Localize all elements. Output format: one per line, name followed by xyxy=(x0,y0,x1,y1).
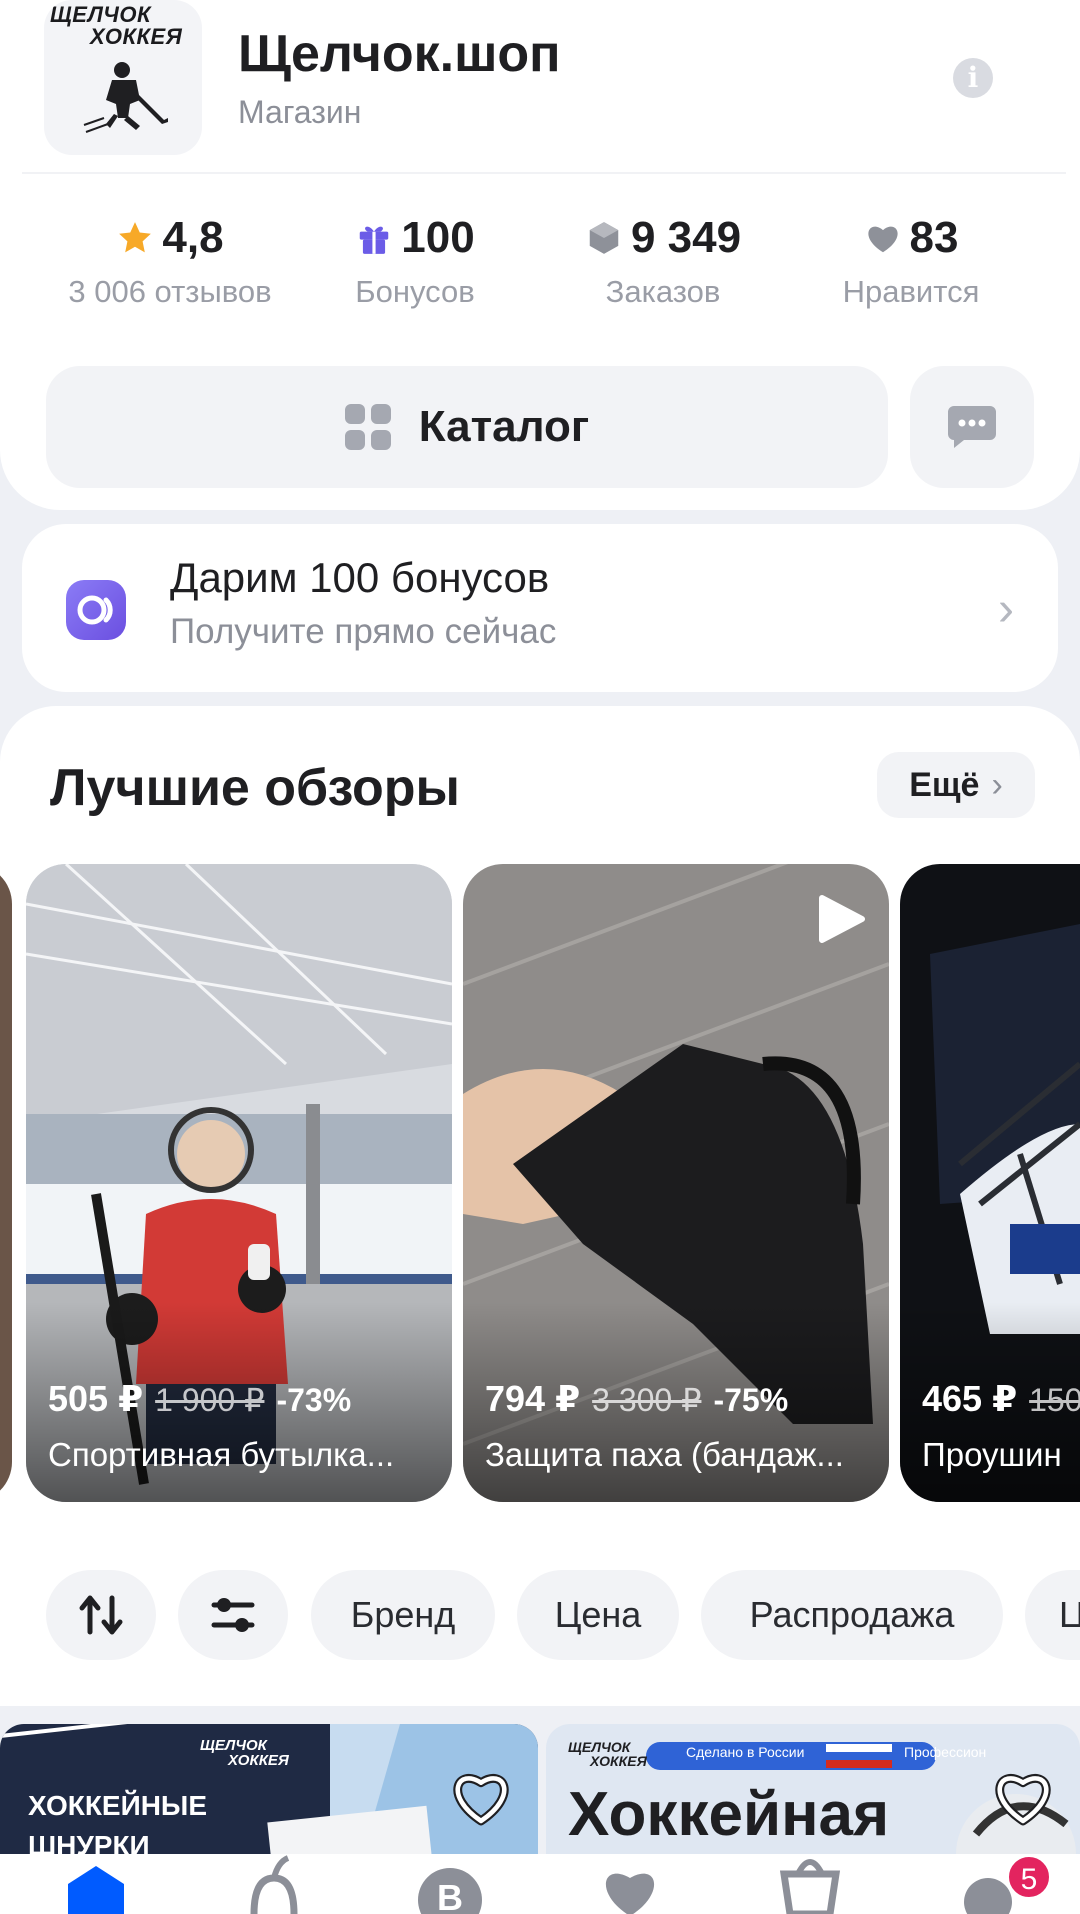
product-grid: ЩЕЛЧОК ХОККЕЯ ХОККЕЙНЫЕ ШНУРКИ ЩЕЛЧОК ХО… xyxy=(0,1706,1080,1864)
promo-title: Дарим 100 бонусов xyxy=(170,554,550,601)
bonus-promo-banner[interactable]: Дарим 100 бонусов Получите прямо сейчас … xyxy=(22,524,1058,692)
best-reviews-section: Лучшие обзоры Ещё › 505 ₽ 1 900 ₽ -73% С… xyxy=(0,706,1080,1526)
hockey-player-icon xyxy=(83,62,168,133)
favorites-icon[interactable] xyxy=(590,1854,670,1914)
store-name: Щелчок.шоп xyxy=(238,25,561,83)
rating-label: 3 006 отзывов xyxy=(68,274,272,309)
brand-line2: ХОККЕЯ xyxy=(228,1752,289,1769)
bottom-navigation: B 5 xyxy=(0,1854,1080,1914)
product-brand: ЩЕЛЧОК ХОККЕЯ xyxy=(200,1738,289,1768)
favorite-heart-icon[interactable] xyxy=(992,1770,1054,1826)
gift-icon xyxy=(360,226,389,254)
cart-icon[interactable] xyxy=(770,1854,850,1914)
fresh-icon[interactable] xyxy=(234,1854,314,1914)
sliders-icon xyxy=(211,1598,255,1632)
price: 794 ₽ xyxy=(485,1378,581,1419)
review-card-partial[interactable] xyxy=(0,864,12,1502)
brand-line1: ЩЕЛЧОК xyxy=(200,1737,267,1754)
chat-icon xyxy=(948,406,996,448)
price: 505 ₽ xyxy=(48,1378,144,1419)
star-icon xyxy=(119,222,152,253)
old-price: 150 xyxy=(1029,1382,1080,1418)
product-card[interactable]: ЩЕЛЧОК ХОККЕЯ ХОККЕЙНЫЕ ШНУРКИ xyxy=(0,1724,538,1864)
catalog-button[interactable]: Каталог xyxy=(46,366,888,488)
chevron-right-icon: › xyxy=(991,765,1003,804)
reviews-title: Лучшие обзоры xyxy=(50,759,460,817)
chat-button[interactable] xyxy=(910,366,1034,488)
filters-row: Бренд Цена Распродажа Ц xyxy=(0,1526,1080,1706)
bonuses-label: Бонусов xyxy=(355,274,475,309)
rating-value: 4,8 xyxy=(162,213,224,262)
review-price-line: 465 ₽ 150 xyxy=(922,1378,1080,1420)
filter-chip-price[interactable]: Цена xyxy=(517,1570,679,1660)
filter-chip-brand[interactable]: Бренд xyxy=(311,1570,495,1660)
info-icon[interactable]: i xyxy=(953,58,993,98)
home-icon[interactable] xyxy=(56,1854,136,1914)
store-type: Магазин xyxy=(238,94,362,130)
product-card[interactable]: ЩЕЛЧОК ХОККЕЯ Сделано в России Профессио… xyxy=(546,1724,1080,1864)
sort-button[interactable] xyxy=(46,1570,156,1660)
product-card-title: Хоккейная xyxy=(568,1780,890,1849)
filter-settings-button[interactable] xyxy=(178,1570,288,1660)
bonus-icon xyxy=(66,580,126,640)
likes-value: 83 xyxy=(909,213,959,262)
orders-label: Заказов xyxy=(605,274,721,309)
stat-rating[interactable]: 4,8 3 006 отзывов xyxy=(40,212,300,310)
made-in-russia-tag: Сделано в России xyxy=(686,1744,805,1760)
product-card-title: ХОККЕЙНЫЕ ШНУРКИ xyxy=(28,1786,207,1864)
catalog-button-label: Каталог xyxy=(418,402,590,451)
likes-label: Нравится xyxy=(842,274,980,309)
cart-count-badge: 5 xyxy=(1006,1854,1052,1900)
filter-chip-sale[interactable]: Распродажа xyxy=(701,1570,1003,1660)
box-icon xyxy=(589,222,619,254)
stat-orders[interactable]: 9 349 Заказов xyxy=(533,212,793,310)
divider xyxy=(22,172,1066,174)
play-icon[interactable] xyxy=(818,894,866,944)
sort-icon xyxy=(79,1595,123,1635)
promo-subtitle: Получите прямо сейчас xyxy=(170,612,557,651)
bonuses-value: 100 xyxy=(401,213,475,262)
grid-icon xyxy=(344,404,391,450)
product-name: Защита паха (бандаж... xyxy=(485,1436,844,1473)
orders-value: 9 349 xyxy=(630,213,742,262)
product-name: Проушин xyxy=(922,1436,1062,1473)
svg-text:B: B xyxy=(437,1877,463,1914)
product-brand: ЩЕЛЧОК ХОККЕЯ xyxy=(568,1740,647,1768)
heart-icon xyxy=(867,226,898,253)
brand-line2: ХОККЕЯ xyxy=(590,1753,647,1769)
store-header-card: ЩЕЛЧОК ХОККЕЯ Щелчок.шоп Магазин i 4,8 3… xyxy=(0,0,1080,510)
discount: -73% xyxy=(276,1382,352,1418)
review-card[interactable]: 505 ₽ 1 900 ₽ -73% Спортивная бутылка... xyxy=(26,864,452,1502)
favorite-heart-icon[interactable] xyxy=(450,1770,512,1826)
professional-tag: Профессион xyxy=(904,1744,987,1760)
stat-likes[interactable]: 83 Нравится xyxy=(781,212,1041,310)
brand-line1: ЩЕЛЧОК xyxy=(568,1739,631,1755)
filter-chip-partial[interactable]: Ц xyxy=(1025,1570,1080,1660)
review-card[interactable]: 465 ₽ 150 Проушин xyxy=(900,864,1080,1502)
chevron-right-icon: › xyxy=(998,583,1014,636)
title-line1: ХОККЕЙНЫЕ xyxy=(28,1790,208,1821)
review-price-line: 794 ₽ 3 300 ₽ -75% xyxy=(485,1378,788,1420)
store-logo[interactable]: ЩЕЛЧОК ХОККЕЯ xyxy=(44,0,202,155)
more-button[interactable]: Ещё › xyxy=(877,752,1035,818)
old-price: 1 900 ₽ xyxy=(155,1382,265,1418)
review-card[interactable]: 794 ₽ 3 300 ₽ -75% Защита паха (бандаж..… xyxy=(463,864,889,1502)
stat-bonuses[interactable]: 100 Бонусов xyxy=(285,212,545,310)
more-button-label: Ещё xyxy=(909,765,980,804)
price: 465 ₽ xyxy=(922,1378,1018,1419)
old-price: 3 300 ₽ xyxy=(592,1382,702,1418)
product-name: Спортивная бутылка... xyxy=(48,1436,395,1473)
bank-icon[interactable]: B xyxy=(410,1854,490,1914)
discount: -75% xyxy=(713,1382,789,1418)
review-price-line: 505 ₽ 1 900 ₽ -73% xyxy=(48,1378,351,1420)
